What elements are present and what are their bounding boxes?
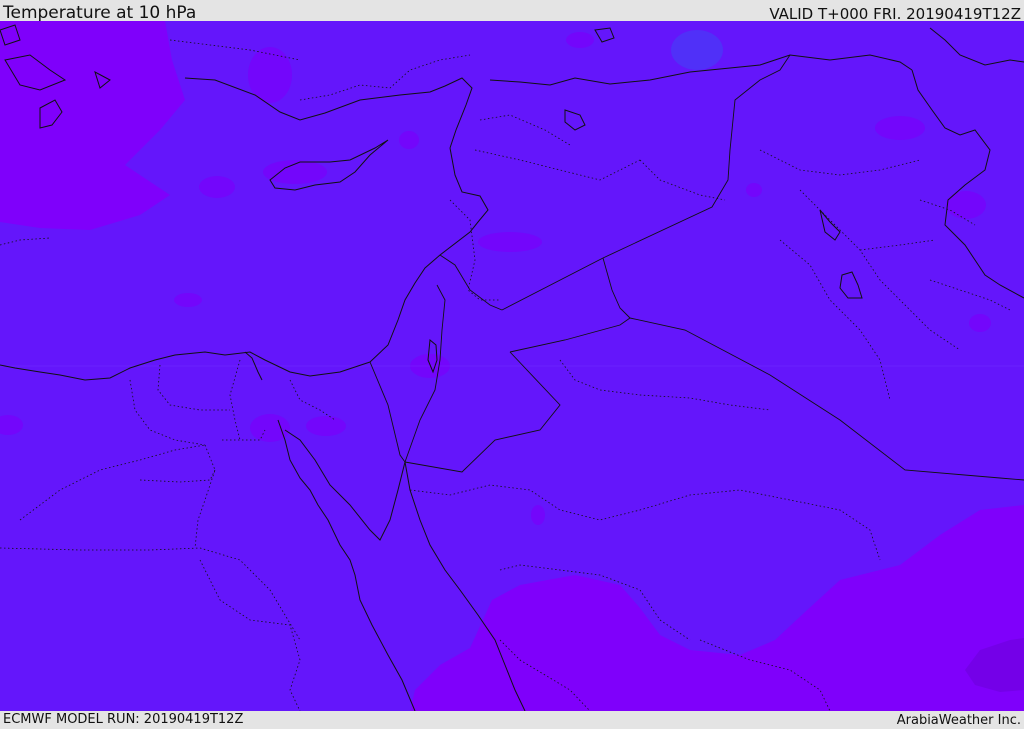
field-patch <box>875 116 925 140</box>
field-patch <box>306 416 346 436</box>
field-patch <box>946 191 986 219</box>
map-title: Temperature at 10 hPa <box>3 3 197 23</box>
temperature-map[interactable] <box>0 21 1024 711</box>
field-patch-cool <box>671 30 723 70</box>
model-run-label: ECMWF MODEL RUN: 20190419T12Z <box>3 712 244 727</box>
field-band-northwest <box>0 21 185 230</box>
field-patch <box>174 293 202 307</box>
map-header: Temperature at 10 hPa VALID T+000 FRI. 2… <box>0 0 1024 23</box>
map-footer: ECMWF MODEL RUN: 20190419T12Z ArabiaWeat… <box>0 711 1024 729</box>
field-patch <box>531 505 545 525</box>
field-patch <box>566 32 594 48</box>
field-patch <box>478 232 542 252</box>
map-canvas <box>0 21 1024 711</box>
brand-label: ArabiaWeather Inc. <box>896 713 1021 728</box>
field-patch <box>199 176 235 198</box>
field-patch <box>746 183 762 197</box>
field-patch <box>399 131 419 149</box>
field-patch <box>969 314 991 332</box>
